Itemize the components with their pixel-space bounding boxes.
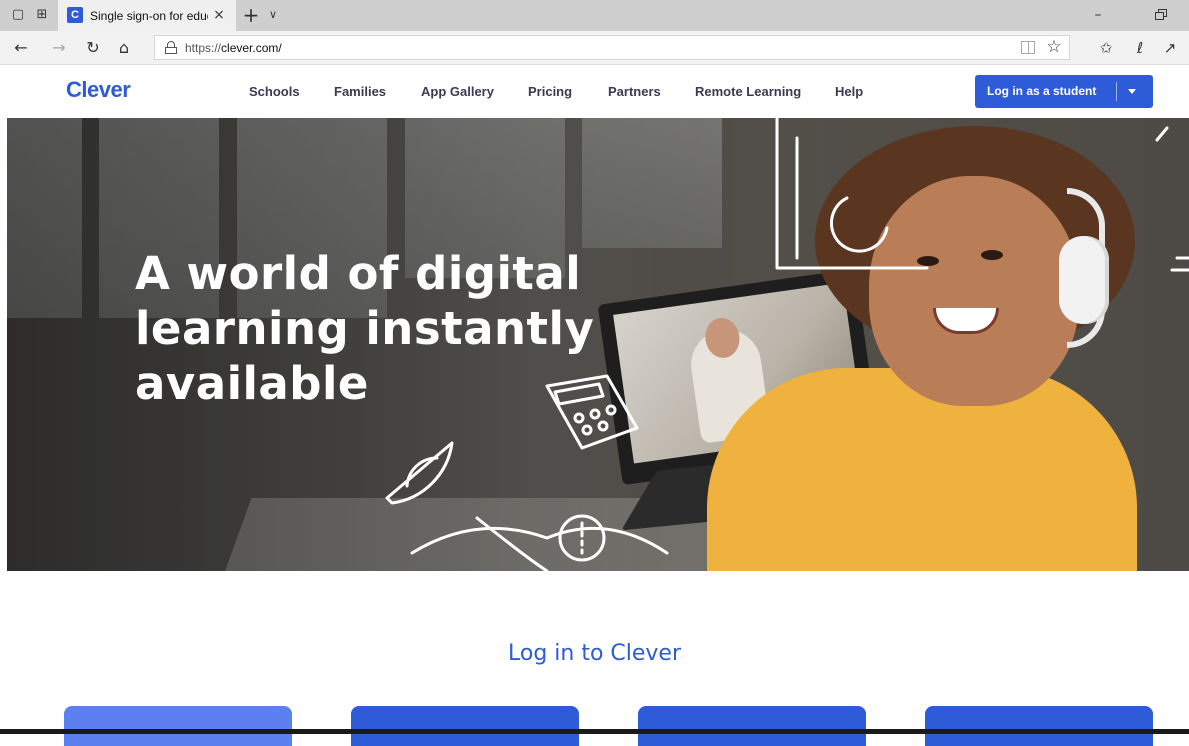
reading-view-icon[interactable] xyxy=(1021,41,1035,54)
lock-icon xyxy=(165,41,177,54)
nav-help[interactable]: Help xyxy=(835,83,863,101)
hero-heading-line: available xyxy=(135,357,369,410)
clever-favicon-icon: C xyxy=(67,7,83,23)
taskbar-strip xyxy=(0,729,1189,734)
star-icon[interactable]: ☆ xyxy=(1045,37,1063,57)
back-arrow-icon[interactable]: ← xyxy=(12,39,30,57)
open-book-doodle xyxy=(410,514,669,571)
favorites-hub-icon[interactable]: ✩ xyxy=(1096,39,1116,57)
tab-title: Single sign-on for educ xyxy=(90,9,208,23)
hero-heading: A world of digital learning instantly av… xyxy=(135,246,675,411)
login-button-label: Log in as a student xyxy=(987,84,1097,98)
nav-schools[interactable]: Schools xyxy=(249,83,300,101)
protractor-doodle xyxy=(385,441,454,505)
hero-heading-line: A world of digital xyxy=(135,247,582,300)
forward-arrow-icon[interactable]: → xyxy=(50,39,68,57)
close-tab-icon[interactable]: × xyxy=(211,7,227,23)
share-icon[interactable]: ↗ xyxy=(1160,39,1180,57)
login-option-card[interactable] xyxy=(925,706,1153,746)
tab-menu-chevron-icon[interactable]: ∨ xyxy=(264,6,282,24)
refresh-icon[interactable]: ↻ xyxy=(84,39,102,57)
nav-remote-learning[interactable]: Remote Learning xyxy=(695,83,801,101)
tabs-preview-icon[interactable]: ⊞ xyxy=(34,7,50,23)
url-field[interactable]: https://clever.com/ ☆ xyxy=(154,35,1070,60)
new-tab-button[interactable]: + xyxy=(240,4,262,26)
nav-partners[interactable]: Partners xyxy=(608,83,661,101)
pen-icon[interactable]: ℓ xyxy=(1130,39,1150,57)
login-button-divider xyxy=(1116,82,1117,101)
login-option-card[interactable] xyxy=(638,706,866,746)
minimize-window-button[interactable]: – xyxy=(1090,7,1106,23)
browser-tab-bar: ▢ ⊞ C Single sign-on for educ × + ∨ – xyxy=(0,0,1189,31)
browser-tab-active[interactable]: C Single sign-on for educ × xyxy=(58,0,236,31)
login-section-heading: Log in to Clever xyxy=(507,641,682,666)
hero-banner: A world of digital learning instantly av… xyxy=(7,118,1189,571)
site-header: Clever Schools Families App Gallery Pric… xyxy=(0,66,1189,118)
login-option-card[interactable] xyxy=(351,706,579,746)
url-text: https://clever.com/ xyxy=(185,41,282,55)
chevron-down-icon[interactable] xyxy=(1128,89,1136,94)
tabs-aside-icon[interactable]: ▢ xyxy=(10,7,26,23)
nav-pricing[interactable]: Pricing xyxy=(528,83,572,101)
browser-address-bar: ← → ↻ ⌂ https://clever.com/ ☆ ✩ ℓ ↗ xyxy=(0,31,1189,65)
log-in-as-student-button[interactable]: Log in as a student xyxy=(975,75,1153,108)
hero-heading-line: learning instantly xyxy=(135,302,595,355)
nav-app-gallery[interactable]: App Gallery xyxy=(421,83,494,101)
restore-window-button[interactable] xyxy=(1154,7,1170,23)
home-icon[interactable]: ⌂ xyxy=(115,39,133,57)
nav-families[interactable]: Families xyxy=(334,83,386,101)
clever-logo[interactable]: Clever xyxy=(66,76,131,104)
login-option-card[interactable] xyxy=(64,706,292,746)
